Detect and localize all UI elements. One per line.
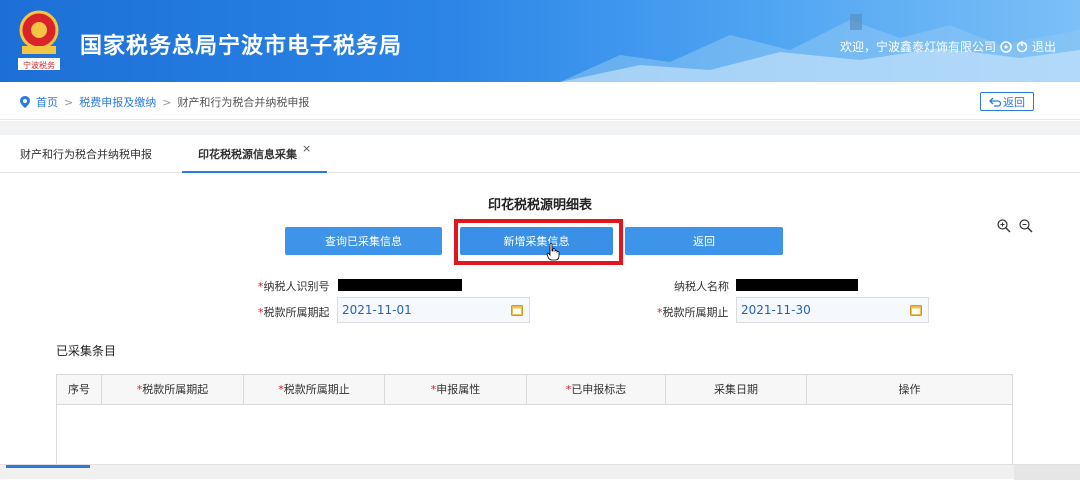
query-collected-button[interactable]: 查询已采集信息	[285, 227, 442, 255]
table-header: 序号 *税款所属期起 *税款所属期止 *申报属性 *已申报标志 采集日期 操作	[57, 375, 1012, 405]
back-button[interactable]: 返回	[980, 92, 1034, 111]
tab-combined-declaration[interactable]: 财产和行为税合并纳税申报	[20, 135, 152, 173]
period-end-value: 2021-11-30	[741, 303, 811, 317]
emblem-caption: 宁波税务	[23, 60, 55, 70]
period-start-label: *税款所属期起	[258, 306, 330, 319]
welcome-text: 欢迎，宁波鑫泰灯饰有限公司	[839, 40, 996, 54]
tab-stamp-tax-label: 印花税税源信息采集	[198, 148, 297, 161]
breadcrumb: 首页 > 税费申报及缴纳 > 财产和行为税合并纳税申报	[20, 94, 309, 110]
period-start-input[interactable]: 2021-11-01	[337, 297, 530, 323]
tab-bar: 财产和行为税合并纳税申报 印花税税源信息采集 ×	[0, 135, 1080, 173]
horizontal-scrollbar[interactable]	[0, 464, 1080, 480]
zoom-out-icon[interactable]	[1018, 218, 1034, 234]
column-header-declare-attribute: *申报属性	[385, 375, 527, 405]
taxpayer-id-redacted	[338, 279, 462, 291]
tab-stamp-tax-collection[interactable]: 印花税税源信息采集 ×	[182, 135, 327, 173]
column-header-period-start: *税款所属期起	[102, 375, 244, 405]
scrollbar-track-end	[1014, 465, 1080, 480]
breadcrumb-bar: 首页 > 税费申报及缴纳 > 财产和行为税合并纳税申报 返回	[0, 82, 1080, 120]
period-end-input[interactable]: 2021-11-30	[736, 297, 929, 323]
site-title: 国家税务总局宁波市电子税务局	[80, 34, 403, 59]
column-header-index: 序号	[57, 375, 102, 405]
breadcrumb-tax-declaration[interactable]: 税费申报及缴纳	[79, 94, 156, 110]
breadcrumb-home[interactable]: 首页	[36, 94, 58, 110]
column-header-declared-flag: *已申报标志	[527, 375, 666, 405]
back-button-label: 返回	[1003, 95, 1025, 109]
user-icon[interactable]	[1000, 40, 1012, 53]
breadcrumb-separator: >	[64, 95, 74, 109]
calendar-icon[interactable]	[910, 304, 922, 316]
taxpayer-id-label: *纳税人识别号	[258, 280, 330, 293]
logout-link[interactable]: 退出	[1032, 38, 1056, 55]
breadcrumb-separator: >	[162, 95, 172, 109]
tab-close-icon[interactable]: ×	[302, 129, 311, 169]
column-header-period-end: *税款所属期止	[244, 375, 385, 405]
tax-emblem-icon: 宁波税务	[18, 10, 60, 70]
location-pin-icon	[20, 96, 30, 108]
period-end-label: *税款所属期止	[657, 306, 729, 319]
logout-icon[interactable]	[1016, 40, 1028, 53]
return-arrow-icon	[989, 97, 1001, 107]
taxpayer-name-redacted	[736, 279, 858, 291]
column-header-collection-date: 采集日期	[666, 375, 807, 405]
return-button[interactable]: 返回	[625, 227, 783, 255]
breadcrumb-current: 财产和行为税合并纳税申报	[177, 96, 310, 109]
scrollbar-thumb[interactable]	[6, 465, 90, 468]
column-header-actions: 操作	[898, 383, 921, 396]
period-start-value: 2021-11-01	[342, 303, 412, 317]
form-title: 印花税税源明细表	[487, 198, 592, 213]
zoom-controls	[996, 218, 1034, 234]
site-header: 宁波税务 国家税务总局宁波市电子税务局 欢迎，宁波鑫泰灯饰有限公司 退出	[0, 0, 1080, 82]
collected-section-title: 已采集条目	[56, 344, 117, 358]
spacer	[0, 121, 1080, 135]
highlight-box	[454, 219, 623, 265]
taxpayer-name-label: 纳税人名称	[674, 280, 729, 293]
zoom-in-icon[interactable]	[996, 218, 1012, 234]
hand-cursor-icon	[546, 243, 560, 261]
user-area: 欢迎，宁波鑫泰灯饰有限公司 退出	[840, 38, 1056, 55]
calendar-icon[interactable]	[511, 304, 523, 316]
